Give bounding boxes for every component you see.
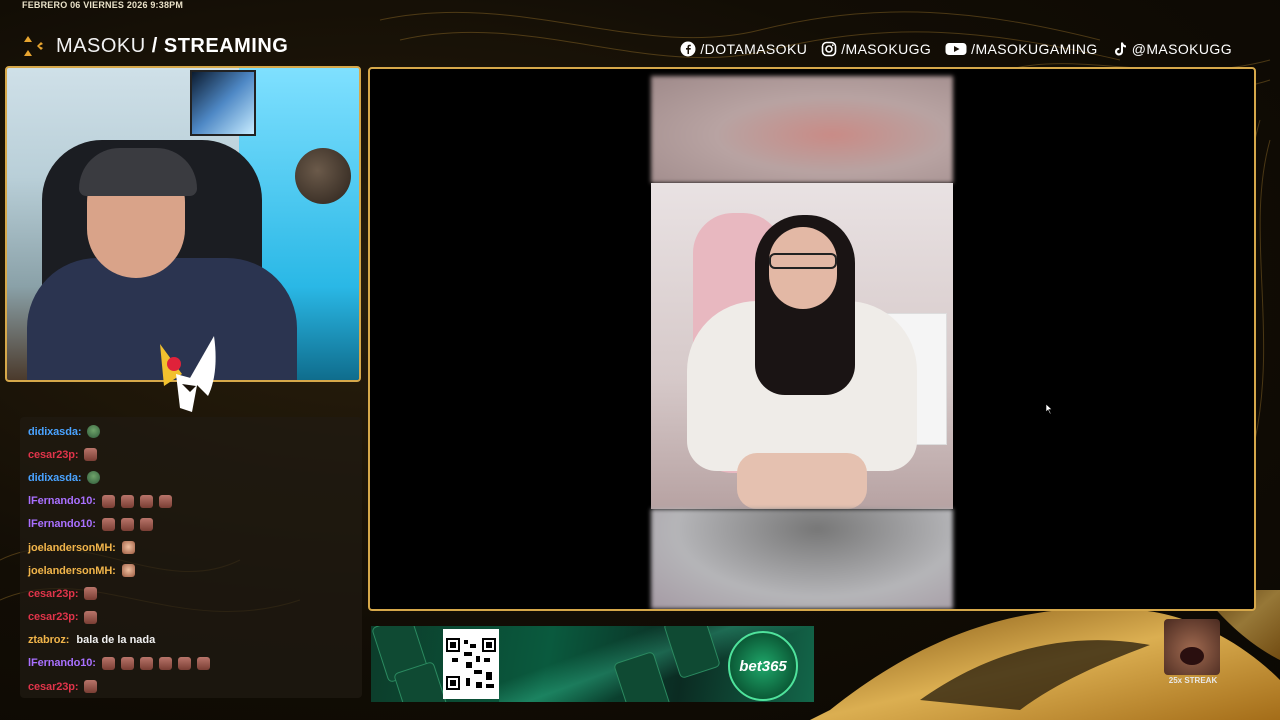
- chat-username[interactable]: didixasda:: [28, 468, 82, 488]
- social-youtube-handle: /MASOKUGAMING: [971, 41, 1098, 57]
- play-ball-decoration: [295, 148, 351, 204]
- chat-emote-icon: [120, 494, 134, 508]
- chat-emote-icon: [101, 494, 115, 508]
- social-facebook: /DOTAMASOKU: [680, 41, 807, 57]
- pepe-emote-icon: [87, 471, 101, 485]
- social-facebook-handle: /DOTAMASOKU: [700, 41, 808, 57]
- brand-separator: /: [145, 34, 164, 57]
- bet365-logo: bet365: [728, 631, 798, 701]
- blurred-bottom-band: [651, 509, 953, 609]
- video-glasses: [769, 253, 837, 269]
- chat-message: lFernando10:: [20, 513, 362, 536]
- streak-badge: 25x STREAK: [1164, 619, 1222, 689]
- streak-label: 25x STREAK: [1168, 676, 1218, 685]
- brand-suffix: STREAMING: [163, 34, 289, 57]
- social-youtube: /MASOKUGAMING: [945, 41, 1098, 57]
- chat-emote-icon: [84, 587, 98, 601]
- social-instagram-handle: /MASOKUGG: [841, 41, 932, 57]
- social-links: /DOTAMASOKU /MASOKUGG /MASOKUGAMING @MAS…: [680, 41, 1232, 57]
- video-frame: [651, 183, 953, 509]
- qr-code-icon: [446, 638, 496, 690]
- chat-message: cesar23p:: [20, 606, 362, 629]
- chat-message: cesar23p:: [20, 443, 362, 466]
- chat-username[interactable]: cesar23p:: [28, 584, 79, 604]
- fox-mascot-logo: [160, 336, 216, 412]
- chat-message: ztabroz: bala de la nada: [20, 629, 362, 652]
- streamer-cap: [79, 148, 197, 196]
- pepe-emote-icon: [87, 425, 101, 439]
- chat-emote-icon: [139, 494, 153, 508]
- chat-username[interactable]: lFernando10:: [28, 491, 96, 511]
- instagram-icon: [821, 41, 837, 57]
- chat-emote-icon: [84, 610, 98, 624]
- chat-username[interactable]: lFernando10:: [28, 514, 96, 534]
- youtube-icon: [945, 43, 967, 55]
- video-player[interactable]: [368, 67, 1256, 611]
- tiktok-icon: [1114, 42, 1126, 56]
- vertical-video: [651, 76, 953, 609]
- chat-emote-icon: [101, 656, 115, 670]
- chat-username[interactable]: ztabroz:: [28, 630, 69, 650]
- facebook-icon: [680, 41, 696, 57]
- chat-emote-icon: [196, 656, 210, 670]
- chat-emote-icon: [139, 656, 153, 670]
- brand-name: MASOKU: [56, 34, 146, 57]
- chat-emote-icon: [177, 656, 191, 670]
- face-emote-icon: [121, 541, 135, 555]
- brand-header: MASOKU / STREAMING: [22, 34, 288, 58]
- sponsor-banner[interactable]: bet365: [371, 626, 814, 702]
- chat-message: lFernando10:: [20, 490, 362, 513]
- laughing-emote-icon: [1164, 619, 1220, 675]
- social-instagram: /MASOKUGG: [821, 41, 931, 57]
- mouse-cursor-icon: [1046, 404, 1053, 414]
- chat-username[interactable]: cesar23p:: [28, 607, 79, 627]
- chat-message-text: bala de la nada: [76, 634, 156, 647]
- face-emote-icon: [121, 564, 135, 578]
- chat-username[interactable]: cesar23p:: [28, 677, 79, 697]
- chat-message: didixasda:: [20, 420, 362, 443]
- chat-username[interactable]: joelandersonMH:: [28, 561, 116, 581]
- chat-message: joelandersonMH:: [20, 536, 362, 559]
- social-tiktok-handle: @MASOKUGG: [1131, 41, 1232, 57]
- brand-title: MASOKU / STREAMING: [56, 35, 288, 58]
- chat-message: lFernando10:: [20, 652, 362, 675]
- chat-username[interactable]: cesar23p:: [28, 445, 79, 465]
- chat-message: joelandersonMH:: [20, 559, 362, 582]
- chat-emote-icon: [84, 448, 98, 462]
- sponsor-brand: bet365: [739, 657, 787, 675]
- chat-emote-icon: [101, 517, 115, 531]
- social-tiktok: @MASOKUGG: [1112, 41, 1232, 57]
- chat-emote-icon: [84, 680, 98, 694]
- chat-emote-icon: [158, 494, 172, 508]
- chat-message: didixasda:: [20, 466, 362, 489]
- chat-message: cesar23p:: [20, 582, 362, 605]
- chat-username[interactable]: didixasda:: [28, 422, 82, 442]
- chat-emote-icon: [158, 656, 172, 670]
- wall-poster: [190, 70, 256, 136]
- chat-panel: didixasda: cesar23p: didixasda: lFernando10…: [20, 417, 362, 698]
- video-legs: [737, 453, 867, 509]
- chat-emote-icon: [139, 517, 153, 531]
- blurred-top-band: [651, 76, 953, 183]
- chat-username[interactable]: lFernando10:: [28, 653, 96, 673]
- brand-chevron-icon: [22, 34, 46, 58]
- qr-code[interactable]: [443, 629, 499, 699]
- chat-emote-icon: [120, 517, 134, 531]
- stream-datetime: FEBRERO 06 VIERNES 2026 9:38PM: [22, 0, 184, 10]
- chat-username[interactable]: joelandersonMH:: [28, 538, 116, 558]
- chat-emote-icon: [120, 656, 134, 670]
- chat-message: cesar23p:: [20, 675, 362, 698]
